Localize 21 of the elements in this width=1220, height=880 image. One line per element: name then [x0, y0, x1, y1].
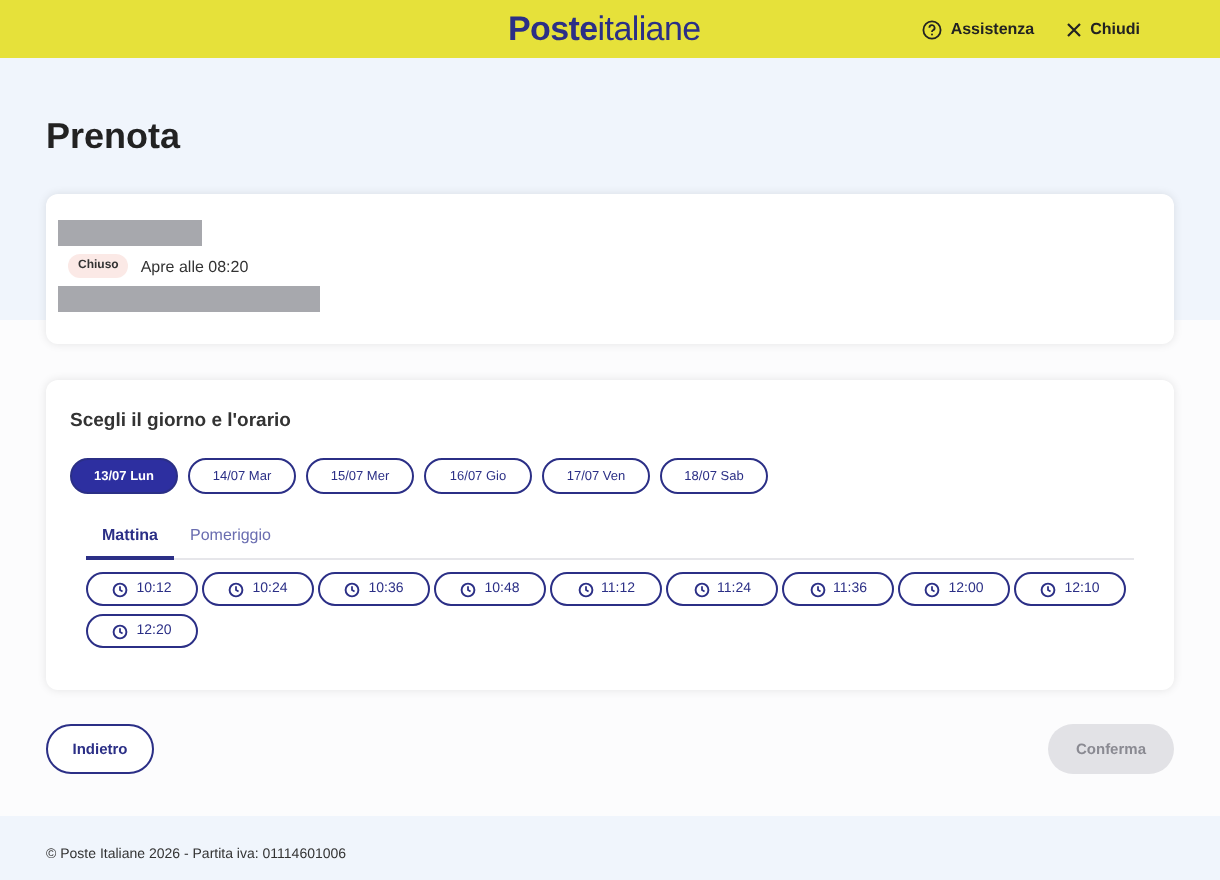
tab[interactable]: Mattina — [86, 518, 174, 560]
clock-icon — [577, 581, 593, 597]
clock-icon — [1040, 581, 1057, 597]
clock-icon — [344, 581, 361, 597]
section-heading: Scegli il giorno e l'orario — [70, 410, 293, 432]
redacted-bar — [58, 220, 202, 246]
clock-icon — [809, 581, 825, 597]
clock-icon — [924, 581, 941, 597]
page-title: Prenota — [46, 116, 183, 158]
tab[interactable]: Pomeriggio — [174, 518, 287, 560]
logo: Posteitaliane — [508, 10, 701, 50]
clock-icon — [460, 581, 477, 597]
help-icon — [922, 19, 943, 39]
close-link[interactable]: Chiudi — [1066, 20, 1140, 38]
clock-icon — [693, 581, 709, 597]
clock-icon — [112, 623, 129, 639]
close-icon — [1066, 21, 1083, 37]
clock-icon — [112, 581, 129, 597]
clock-icon — [228, 581, 245, 597]
help-link[interactable]: Assistenza — [922, 19, 1035, 39]
opening-text: Apre alle 08:20 — [140, 257, 249, 275]
